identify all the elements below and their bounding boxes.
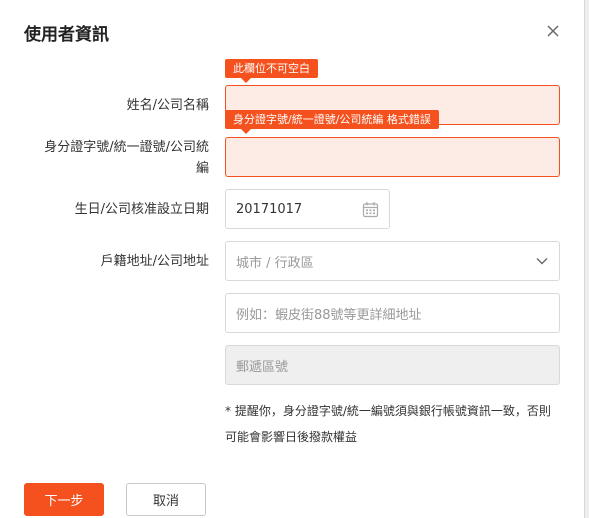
reminder-note: * 提醒你，身分證字號/統一編號須與銀行帳號資訊一致，否則可能會影響日後撥款權益 [225, 404, 551, 444]
postal-code-input: 郵遞區號 [225, 345, 560, 385]
date-input[interactable]: 20171017 [225, 189, 390, 229]
calendar-icon[interactable] [362, 201, 379, 218]
id-label-line2: 編 [195, 161, 209, 176]
street-input[interactable]: 例如：蝦皮街88號等更詳細地址 [225, 293, 560, 333]
date-value: 20171017 [236, 201, 303, 217]
chevron-down-icon [536, 258, 548, 265]
name-label: 姓名/公司名稱 [126, 98, 209, 113]
name-error-tooltip: 此欄位不可空白 [225, 59, 318, 83]
next-button[interactable]: 下一步 [24, 483, 104, 516]
close-icon[interactable] [544, 22, 562, 40]
id-label-line1: 身分證字號/統一證號/公司統 [44, 140, 209, 155]
id-error-tooltip: 身分證字號/統一證號/公司統編 格式錯誤 [225, 110, 439, 134]
city-placeholder: 城市 / 行政區 [236, 255, 314, 271]
cancel-button[interactable]: 取消 [126, 483, 206, 516]
id-label: 身分證字號/統一證號/公司統 編 [44, 137, 209, 179]
date-label: 生日/公司核准設立日期 [74, 202, 209, 217]
address-label: 戶籍地址/公司地址 [100, 254, 209, 269]
user-info-dialog: 使用者資訊 姓名/公司名稱 此欄位不可空白 身分證字號/統一證號/公司統 編 身… [0, 0, 585, 518]
id-input[interactable] [225, 137, 560, 177]
city-select[interactable]: 城市 / 行政區 [225, 241, 560, 281]
dialog-title: 使用者資訊 [24, 25, 109, 45]
